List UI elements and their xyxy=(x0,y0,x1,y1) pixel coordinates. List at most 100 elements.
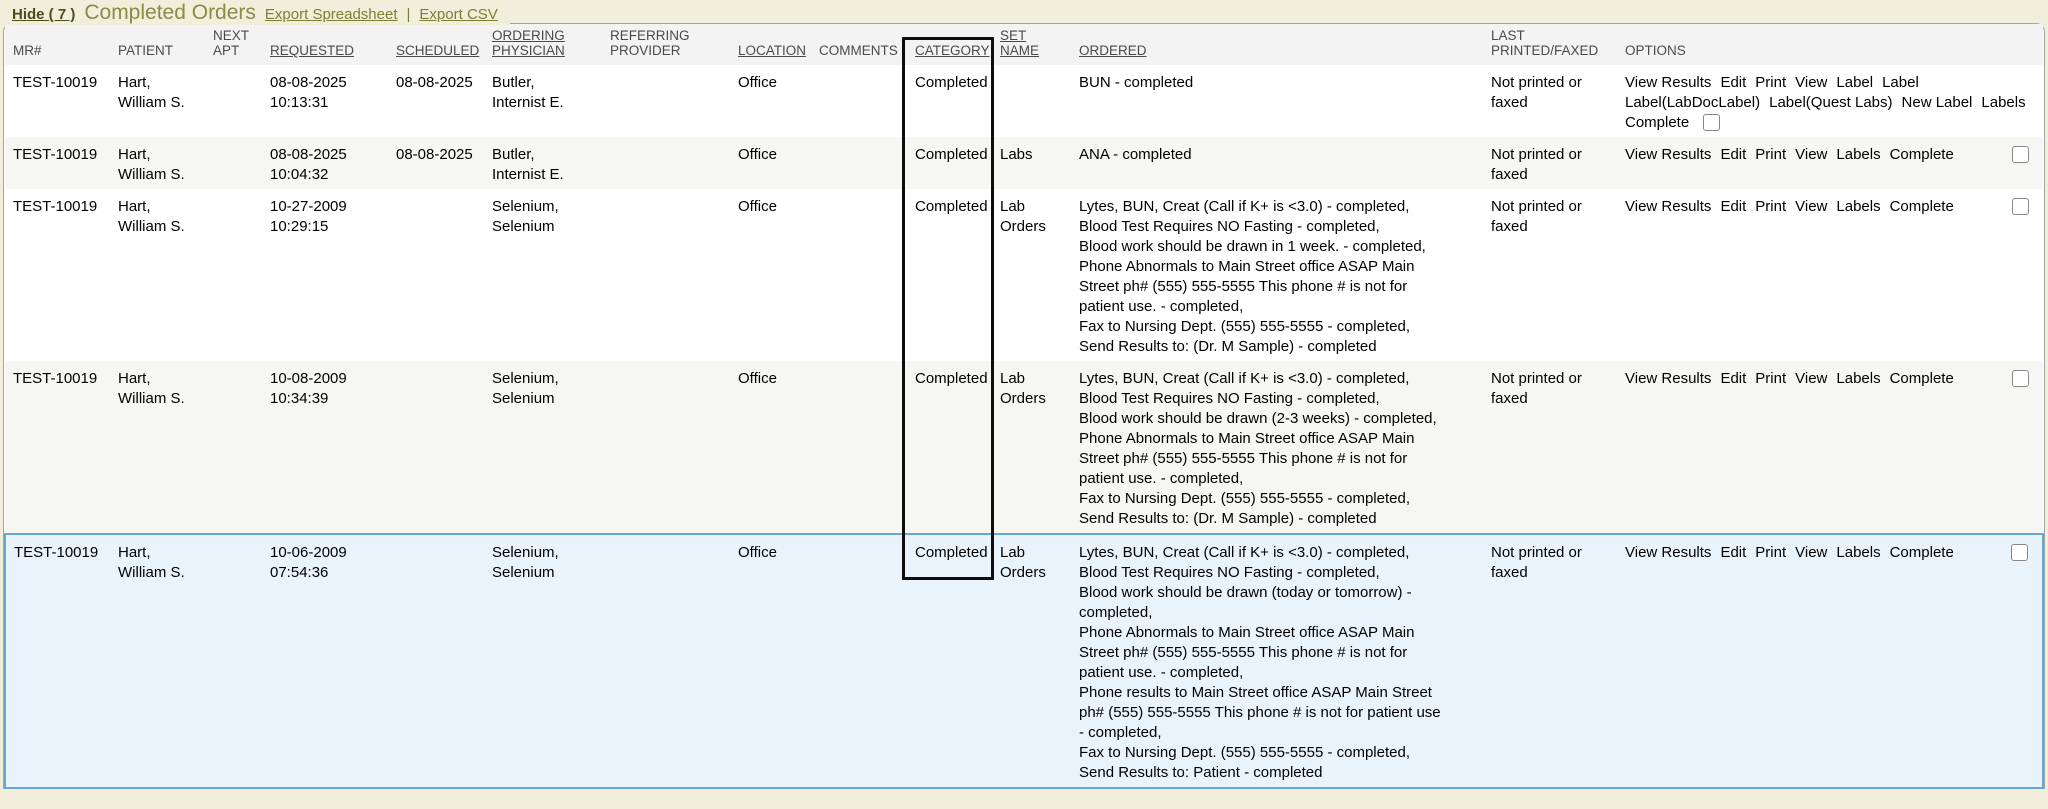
cell-patient: Hart, William S. xyxy=(110,137,205,189)
option-link-label-quest-labs[interactable]: Label(Quest Labs) xyxy=(1769,93,1892,113)
option-link-view-results[interactable]: View Results xyxy=(1625,145,1711,165)
option-link-view[interactable]: View xyxy=(1795,73,1827,93)
cell-last_printed: Not printed or faxed xyxy=(1483,361,1617,534)
cell-comments xyxy=(811,65,907,137)
cell-category: Completed xyxy=(907,534,992,788)
option-link-view-results[interactable]: View Results xyxy=(1625,543,1711,563)
cell-mr: TEST-10019 xyxy=(5,189,110,361)
option-link-print[interactable]: Print xyxy=(1755,197,1786,217)
option-link-complete[interactable]: Complete xyxy=(1890,197,1954,217)
option-link-edit[interactable]: Edit xyxy=(1720,73,1746,93)
option-link-print[interactable]: Print xyxy=(1755,543,1786,563)
order-row: TEST-10019Hart, William S.08-08-2025 10:… xyxy=(5,65,2043,137)
option-link-edit[interactable]: Edit xyxy=(1720,197,1746,217)
cell-last_printed: Not printed or faxed xyxy=(1483,65,1617,137)
complete-checkbox[interactable] xyxy=(2011,544,2028,561)
option-link-labels[interactable]: Labels xyxy=(1836,369,1880,389)
option-link-view-results[interactable]: View Results xyxy=(1625,369,1711,389)
complete-checkbox[interactable] xyxy=(2012,146,2029,163)
col-header-label-ordering[interactable]: ORDERING PHYSICIAN xyxy=(492,28,565,58)
cell-requested: 08-08-2025 10:13:31 xyxy=(262,65,388,137)
hide-link[interactable]: Hide ( 7 ) xyxy=(12,6,75,23)
cell-next_apt xyxy=(205,189,262,361)
complete-checkbox[interactable] xyxy=(1703,114,1720,131)
order-row: TEST-10019Hart, William S.08-08-2025 10:… xyxy=(5,137,2043,189)
cell-ordered: Lytes, BUN, Creat (Call if K+ is <3.0) -… xyxy=(1071,189,1483,361)
col-header-referring: REFERRING PROVIDER xyxy=(602,24,730,65)
col-header-label-location[interactable]: LOCATION xyxy=(738,43,806,58)
completed-orders-table: MR#PATIENTNEXT APTREQUESTEDSCHEDULEDORDE… xyxy=(4,24,2044,789)
col-header-label-ordered[interactable]: ORDERED xyxy=(1079,43,1147,58)
option-link-complete[interactable]: Complete xyxy=(1890,369,1954,389)
panel-legend: Hide ( 7 ) Completed Orders Export Sprea… xyxy=(9,1,510,25)
option-link-label[interactable]: Label xyxy=(1836,73,1873,93)
cell-category: Completed xyxy=(907,65,992,137)
cell-last_printed: Not printed or faxed xyxy=(1483,137,1617,189)
option-link-labels[interactable]: Labels xyxy=(1836,543,1880,563)
complete-checkbox[interactable] xyxy=(2012,370,2029,387)
cell-patient: Hart, William S. xyxy=(110,65,205,137)
cell-options: View Results Edit Print View Labels Complete xyxy=(1617,137,2043,189)
option-link-print[interactable]: Print xyxy=(1755,369,1786,389)
cell-ordered: Lytes, BUN, Creat (Call if K+ is <3.0) -… xyxy=(1071,361,1483,534)
cell-ordered: Lytes, BUN, Creat (Call if K+ is <3.0) -… xyxy=(1071,534,1483,788)
cell-ordering: Butler, Internist E. xyxy=(484,65,602,137)
option-link-label[interactable]: Label xyxy=(1882,73,1919,93)
cell-scheduled xyxy=(388,534,484,788)
option-link-edit[interactable]: Edit xyxy=(1720,543,1746,563)
cell-patient: Hart, William S. xyxy=(110,361,205,534)
col-header-label-category[interactable]: CATEGORY xyxy=(915,43,990,58)
col-header-location[interactable]: LOCATION xyxy=(730,24,811,65)
export-spreadsheet-link[interactable]: Export Spreadsheet xyxy=(265,6,398,23)
option-link-view-results[interactable]: View Results xyxy=(1625,73,1711,93)
option-link-complete[interactable]: Complete xyxy=(1625,113,1689,133)
cell-category: Completed xyxy=(907,189,992,361)
option-link-view[interactable]: View xyxy=(1795,197,1827,217)
complete-checkbox[interactable] xyxy=(2012,198,2029,215)
col-header-set_name[interactable]: SET NAME xyxy=(992,24,1071,65)
cell-patient: Hart, William S. xyxy=(110,189,205,361)
cell-set_name: Lab Orders xyxy=(992,534,1071,788)
col-header-label-referring: REFERRING PROVIDER xyxy=(610,28,690,58)
col-header-label-scheduled[interactable]: SCHEDULED xyxy=(396,43,479,58)
col-header-category[interactable]: CATEGORY xyxy=(907,24,992,65)
option-link-view[interactable]: View xyxy=(1795,369,1827,389)
table-header: MR#PATIENTNEXT APTREQUESTEDSCHEDULEDORDE… xyxy=(5,24,2043,65)
option-link-print[interactable]: Print xyxy=(1755,73,1786,93)
cell-comments xyxy=(811,361,907,534)
option-link-print[interactable]: Print xyxy=(1755,145,1786,165)
cell-referring xyxy=(602,361,730,534)
col-header-label-requested[interactable]: REQUESTED xyxy=(270,43,354,58)
cell-mr: TEST-10019 xyxy=(5,534,110,788)
col-header-next_apt: NEXT APT xyxy=(205,24,262,65)
option-link-complete[interactable]: Complete xyxy=(1890,145,1954,165)
cell-ordering: Selenium, Selenium xyxy=(484,534,602,788)
cell-scheduled: 08-08-2025 xyxy=(388,65,484,137)
cell-comments xyxy=(811,137,907,189)
option-link-label-labdoclabel[interactable]: Label(LabDocLabel) xyxy=(1625,93,1760,113)
export-csv-link[interactable]: Export CSV xyxy=(419,6,497,23)
order-row: TEST-10019Hart, William S.10-08-2009 10:… xyxy=(5,361,2043,534)
cell-location: Office xyxy=(730,137,811,189)
option-link-labels[interactable]: Labels xyxy=(1836,197,1880,217)
cell-scheduled: 08-08-2025 xyxy=(388,137,484,189)
option-link-edit[interactable]: Edit xyxy=(1720,369,1746,389)
col-header-scheduled[interactable]: SCHEDULED xyxy=(388,24,484,65)
option-link-complete[interactable]: Complete xyxy=(1890,543,1954,563)
col-header-ordered[interactable]: ORDERED xyxy=(1071,24,1483,65)
option-link-labels[interactable]: Labels xyxy=(1836,145,1880,165)
col-header-label-set_name[interactable]: SET NAME xyxy=(1000,28,1039,58)
col-header-ordering[interactable]: ORDERING PHYSICIAN xyxy=(484,24,602,65)
option-link-labels[interactable]: Labels xyxy=(1981,93,2025,113)
option-link-new-label[interactable]: New Label xyxy=(1902,93,1973,113)
option-link-edit[interactable]: Edit xyxy=(1720,145,1746,165)
option-link-view[interactable]: View xyxy=(1795,145,1827,165)
cell-set_name: Lab Orders xyxy=(992,361,1071,534)
option-link-view-results[interactable]: View Results xyxy=(1625,197,1711,217)
col-header-label-last_printed: LAST PRINTED/FAXED xyxy=(1491,28,1598,58)
cell-location: Office xyxy=(730,189,811,361)
col-header-requested[interactable]: REQUESTED xyxy=(262,24,388,65)
option-link-view[interactable]: View xyxy=(1795,543,1827,563)
page-title: Completed Orders xyxy=(84,1,256,25)
cell-patient: Hart, William S. xyxy=(110,534,205,788)
